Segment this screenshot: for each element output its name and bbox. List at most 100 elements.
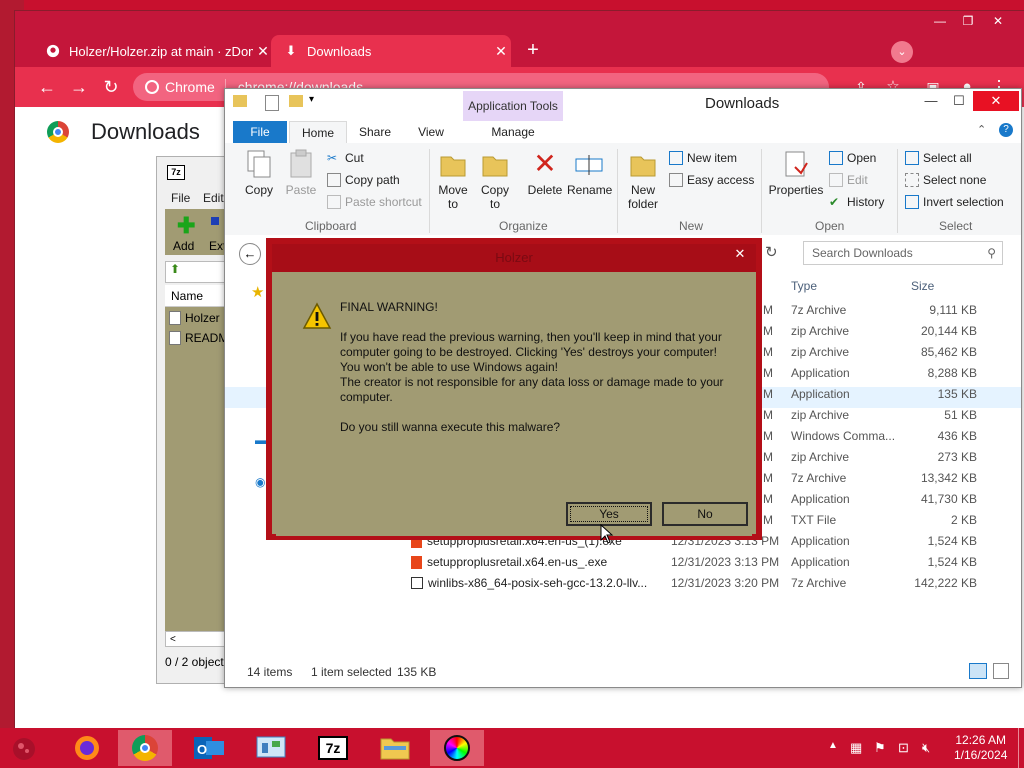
large-icons-view-icon[interactable] bbox=[993, 663, 1009, 679]
list-item[interactable]: READM bbox=[169, 331, 228, 345]
no-button[interactable]: No bbox=[662, 502, 748, 526]
chrome-icon[interactable] bbox=[118, 730, 172, 766]
help-icon[interactable]: ? bbox=[999, 123, 1013, 137]
add-icon[interactable]: ✚ bbox=[177, 213, 195, 239]
back-icon[interactable]: ← bbox=[35, 75, 59, 99]
tab-search-icon[interactable]: ⌄ bbox=[891, 41, 913, 63]
extract-icon[interactable] bbox=[211, 217, 219, 225]
cell-size: 41,730 KB bbox=[920, 492, 977, 506]
tab-manage[interactable]: Manage bbox=[463, 121, 563, 143]
close-window-icon[interactable]: ✕ bbox=[985, 13, 1011, 29]
properties-quick-icon[interactable] bbox=[265, 95, 279, 111]
new-folder-button[interactable]: New folder bbox=[623, 149, 663, 211]
collapse-ribbon-icon[interactable]: ⌃ bbox=[977, 123, 986, 136]
paste-label: Paste bbox=[285, 183, 317, 197]
close-icon[interactable]: ✕ bbox=[973, 91, 1019, 111]
close-icon[interactable]: ✕ bbox=[726, 244, 754, 264]
dialog-line: The creator is not responsible for any d… bbox=[340, 375, 724, 404]
add-button[interactable]: Add bbox=[173, 239, 194, 253]
open-label: Open bbox=[847, 151, 877, 165]
show-hidden-icons-icon[interactable]: ▲ bbox=[828, 740, 838, 751]
download-icon: ⬇ bbox=[285, 43, 297, 58]
column-header-size[interactable]: Size bbox=[911, 279, 934, 293]
back-icon[interactable]: ← bbox=[239, 243, 261, 265]
quick-access-star-icon[interactable]: ★ bbox=[251, 283, 264, 301]
taskbar-clock[interactable]: 12:26 AM 1/16/2024 bbox=[954, 733, 1007, 763]
control-panel-icon[interactable] bbox=[244, 730, 298, 766]
group-label-select: Select bbox=[939, 219, 973, 233]
volume-muted-icon[interactable]: 🔇︎ bbox=[922, 740, 930, 756]
device-tray-icon[interactable]: ⊡ bbox=[898, 740, 909, 756]
outlook-icon[interactable]: O bbox=[182, 730, 236, 766]
properties-button[interactable]: Properties bbox=[767, 149, 825, 197]
file-explorer-icon[interactable] bbox=[368, 730, 422, 766]
menu-file[interactable]: File bbox=[171, 191, 190, 205]
7zip-icon[interactable]: 7z bbox=[306, 730, 360, 766]
forward-icon[interactable]: → bbox=[67, 75, 91, 99]
reload-icon[interactable]: ↻ bbox=[99, 75, 123, 99]
paste-button[interactable]: Paste bbox=[281, 149, 321, 197]
color-wheel-icon[interactable] bbox=[430, 730, 484, 766]
tab-file[interactable]: File bbox=[233, 121, 287, 143]
warning-icon bbox=[302, 302, 332, 333]
action-center-flag-icon[interactable]: ⚑ bbox=[874, 740, 886, 756]
clock-time: 12:26 AM bbox=[955, 733, 1007, 747]
rename-button[interactable]: Rename bbox=[567, 149, 612, 197]
cut-button[interactable]: ✂ Cut bbox=[327, 151, 364, 165]
yes-button[interactable]: Yes bbox=[566, 502, 652, 526]
file-name: winlibs-x86_64-posix-seh-gcc-13.2.0-llv.… bbox=[428, 576, 648, 590]
edit-button[interactable]: Edit bbox=[829, 173, 868, 187]
show-desktop-button[interactable] bbox=[1018, 728, 1024, 768]
start-button[interactable] bbox=[8, 732, 40, 764]
table-row[interactable]: setupproplusretail.x64.en-us_.exe 12/31/… bbox=[225, 555, 1021, 576]
site-chip: Chrome bbox=[145, 79, 226, 95]
maximize-icon[interactable]: ❐ bbox=[955, 13, 981, 29]
search-input[interactable]: Search Downloads ⚲ bbox=[803, 241, 1003, 265]
refresh-icon[interactable]: ↻ bbox=[765, 243, 778, 261]
cell-size: 135 KB bbox=[937, 387, 977, 401]
move-to-button[interactable]: Move to bbox=[435, 149, 471, 211]
tab-github[interactable]: Holzer/Holzer.zip at main · zDom ✕ bbox=[33, 35, 273, 67]
easy-access-button[interactable]: Easy access bbox=[669, 173, 754, 187]
table-row[interactable]: winlibs-x86_64-posix-seh-gcc-13.2.0-llv.… bbox=[225, 576, 1021, 597]
network-tray-icon[interactable]: ▦ bbox=[850, 740, 862, 756]
tab-label: Downloads bbox=[307, 43, 372, 59]
new-folder-quick-icon[interactable] bbox=[289, 95, 303, 107]
copy-label: Copy bbox=[244, 183, 273, 197]
tab-view[interactable]: View bbox=[409, 121, 453, 143]
copy-path-button[interactable]: Copy path bbox=[327, 173, 400, 187]
select-all-button[interactable]: Select all bbox=[905, 151, 972, 165]
paste-shortcut-button[interactable]: Paste shortcut bbox=[327, 195, 422, 209]
easy-access-label: Easy access bbox=[687, 173, 755, 187]
open-button[interactable]: Open bbox=[829, 151, 876, 165]
cell-size: 9,111 KB bbox=[929, 303, 977, 317]
column-header-type[interactable]: Type bbox=[791, 279, 817, 293]
list-item[interactable]: Holzer bbox=[169, 311, 220, 325]
file-name: READM bbox=[185, 331, 229, 345]
details-view-icon[interactable] bbox=[969, 663, 987, 679]
file-icon bbox=[169, 331, 181, 345]
properties-icon bbox=[781, 149, 811, 179]
copy-to-button[interactable]: Copy to bbox=[477, 149, 513, 211]
invert-selection-button[interactable]: Invert selection bbox=[905, 195, 1004, 209]
firefox-icon[interactable] bbox=[60, 730, 114, 766]
mouse-cursor-icon bbox=[600, 523, 614, 547]
group-label-new: New bbox=[679, 219, 704, 233]
new-tab-button[interactable]: + bbox=[521, 39, 545, 63]
tab-share[interactable]: Share bbox=[353, 121, 397, 143]
tab-home[interactable]: Home bbox=[289, 121, 347, 143]
delete-button[interactable]: ✕ Delete bbox=[525, 149, 565, 198]
menu-edit[interactable]: Edit bbox=[203, 191, 224, 205]
close-icon[interactable]: ✕ bbox=[253, 43, 273, 60]
select-none-button[interactable]: Select none bbox=[905, 173, 986, 187]
new-item-button[interactable]: New item bbox=[669, 151, 737, 165]
close-icon[interactable]: ✕ bbox=[491, 43, 511, 60]
tab-downloads[interactable]: ⬇ Downloads ✕ bbox=[271, 35, 511, 67]
folder-up-icon[interactable]: ⬆ bbox=[170, 262, 180, 276]
minimize-icon[interactable]: — bbox=[917, 91, 945, 111]
minimize-icon[interactable]: — bbox=[927, 13, 953, 29]
customize-quick-access-icon[interactable]: ▾ bbox=[309, 94, 314, 105]
maximize-icon[interactable]: ☐ bbox=[945, 91, 973, 111]
history-button[interactable]: ✔ History bbox=[829, 195, 884, 209]
copy-button[interactable]: Copy bbox=[239, 149, 279, 197]
